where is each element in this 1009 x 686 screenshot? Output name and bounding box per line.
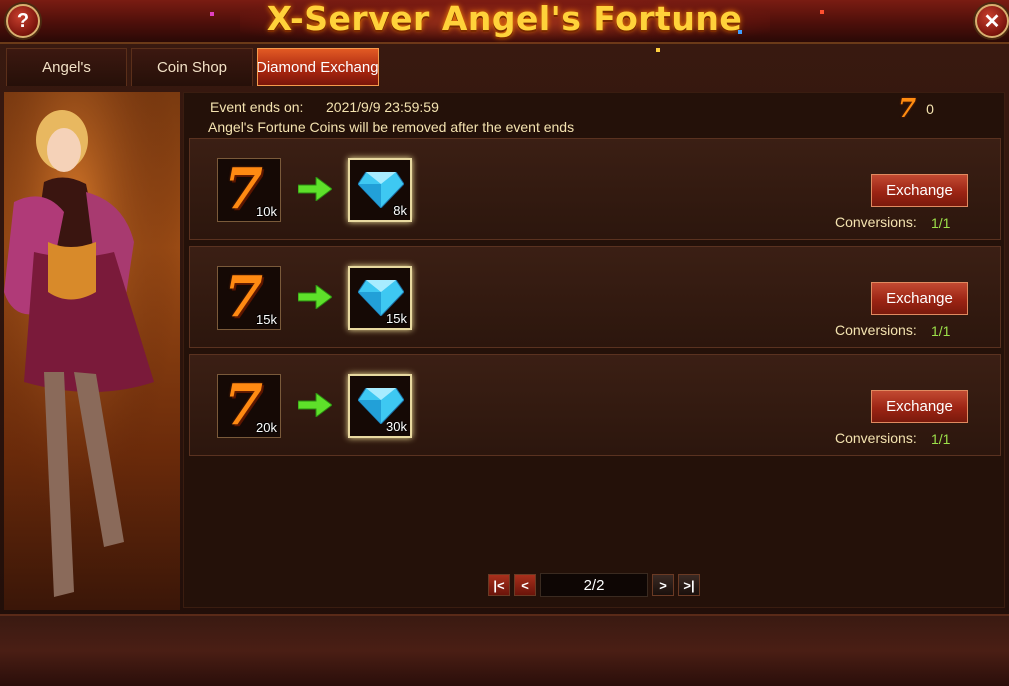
coin-quantity: 15k [256, 312, 277, 327]
tab-coin-shop[interactable]: Coin Shop [131, 48, 253, 86]
confetti-decoration [738, 30, 742, 34]
event-note: Angel's Fortune Coins will be removed af… [208, 119, 575, 135]
close-icon: ✕ [983, 10, 1001, 33]
coin-balance-value: 0 [926, 101, 934, 117]
lucky-seven-coin-icon: 7 [898, 94, 917, 124]
arrow-right-icon [298, 285, 332, 309]
exchange-button[interactable]: Exchange [871, 390, 968, 423]
close-button[interactable]: ✕ [975, 4, 1009, 38]
arrow-right-icon [298, 177, 332, 201]
coin-balance: 7 0 [898, 94, 934, 124]
tab-diamond-exchange[interactable]: Diamond Exchange [257, 48, 379, 86]
conversions-value: 1/1 [931, 323, 951, 339]
tab-label: Diamond Exchange [257, 59, 379, 76]
conversions-label: Conversions: [835, 214, 917, 230]
coin-quantity: 20k [256, 420, 277, 435]
arrow-right-icon [298, 393, 332, 417]
tab-angels-fortune[interactable]: Angel's Fortune [6, 48, 127, 114]
confetti-decoration [656, 48, 660, 52]
diamond-quantity: 8k [393, 203, 407, 218]
coin-item-slot[interactable]: 7 10k [217, 158, 281, 222]
diamond-quantity: 30k [386, 419, 407, 434]
conversions-value: 1/1 [931, 215, 951, 231]
conversions-value: 1/1 [931, 431, 951, 447]
diamond-item-slot[interactable]: 8k [348, 158, 412, 222]
exchange-row: 7 20k 30k Exchange Conversions: 1/1 [189, 354, 1001, 456]
coin-quantity: 10k [256, 204, 277, 219]
diamond-item-slot[interactable]: 30k [348, 374, 412, 438]
footer-decoration [0, 614, 1009, 686]
tab-bar: Angel's Fortune Coin Shop Diamond Exchan… [6, 48, 379, 114]
exchange-row: 7 10k 8k Exchange Conversions: 1/1 [189, 138, 1001, 240]
last-page-button[interactable]: >| [678, 574, 700, 596]
angel-character-art [4, 92, 180, 610]
exchange-button[interactable]: Exchange [871, 282, 968, 315]
window-title: X-Server Angel's Fortune [266, 0, 743, 38]
confetti-decoration [210, 12, 214, 16]
coin-item-slot[interactable]: 7 15k [217, 266, 281, 330]
diamond-quantity: 15k [386, 311, 407, 326]
exchange-row: 7 15k 15k Exchange Conversions: 1/1 [189, 246, 1001, 348]
diamond-item-slot[interactable]: 15k [348, 266, 412, 330]
conversions-label: Conversions: [835, 430, 917, 446]
exchange-panel: Event ends on: 2021/9/9 23:59:59 Angel's… [183, 92, 1005, 608]
exchange-button[interactable]: Exchange [871, 174, 968, 207]
title-bar: ? X-Server Angel's Fortune ✕ [0, 0, 1009, 44]
next-page-button[interactable]: > [652, 574, 674, 596]
coin-item-slot[interactable]: 7 20k [217, 374, 281, 438]
first-page-button[interactable]: |< [488, 574, 510, 596]
event-ends-label: Event ends on: [210, 99, 304, 115]
page-indicator: 2/2 [540, 573, 648, 597]
pagination: |< < 2/2 > >| [488, 573, 700, 597]
prev-page-button[interactable]: < [514, 574, 536, 596]
event-ends-date: 2021/9/9 23:59:59 [326, 99, 439, 115]
conversions-label: Conversions: [835, 322, 917, 338]
window: ? X-Server Angel's Fortune ✕ Angel's For… [0, 0, 1009, 686]
confetti-decoration [820, 10, 824, 14]
angel-portrait [4, 92, 180, 610]
